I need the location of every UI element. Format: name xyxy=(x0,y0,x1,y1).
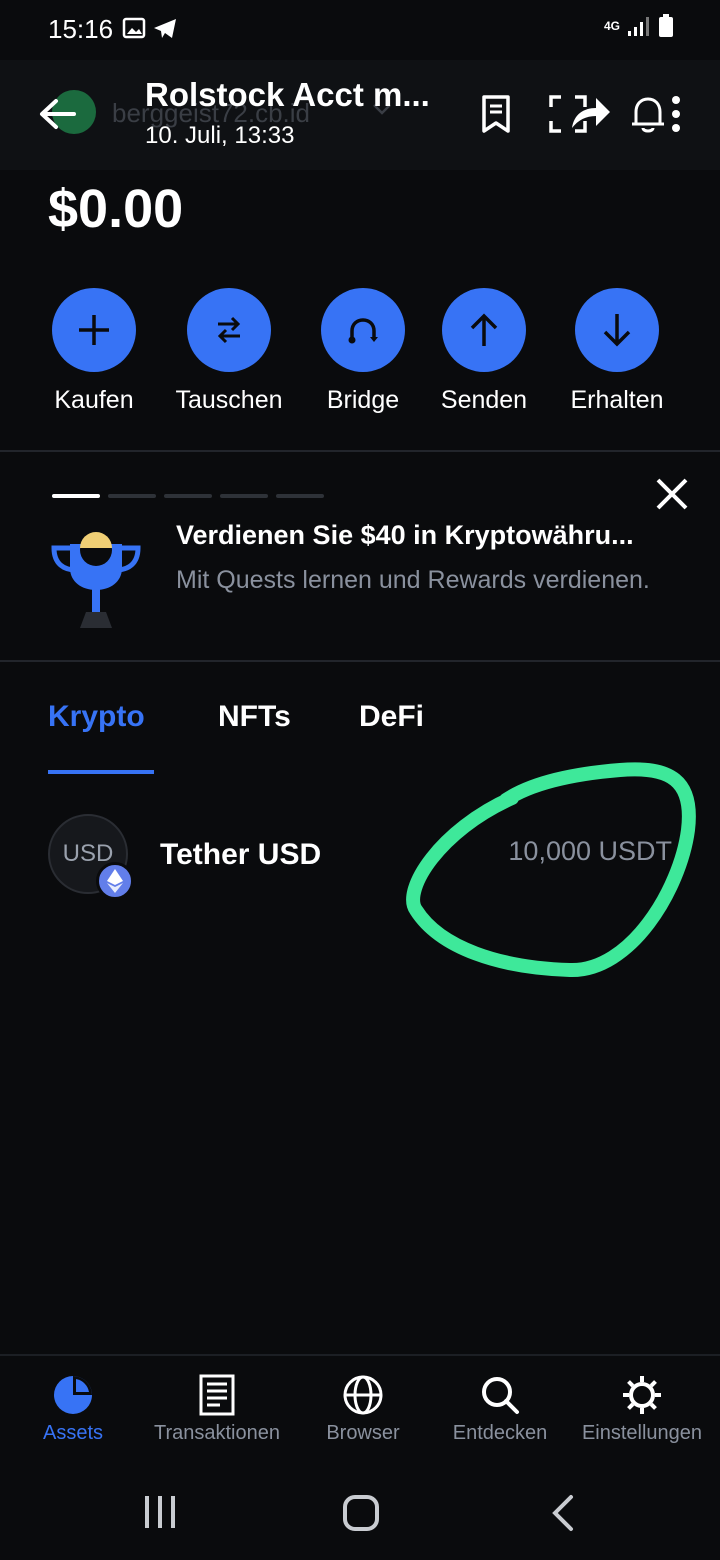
bookmark-icon[interactable] xyxy=(480,94,512,134)
system-navigation-bar xyxy=(0,1464,720,1560)
carousel-dot xyxy=(276,494,324,498)
chat-title: Rolstock Acct m... xyxy=(145,76,430,113)
send-button[interactable]: Senden xyxy=(409,288,559,415)
carousel-dot xyxy=(220,494,268,498)
receipt-icon xyxy=(199,1374,235,1416)
trophy-icon xyxy=(51,532,141,628)
asset-tabs: Krypto NFTs DeFi xyxy=(0,700,720,776)
chat-subtitle: 10. Juli, 13:33 xyxy=(145,122,295,149)
carousel-dot-active xyxy=(52,494,100,498)
nav-label: Transaktionen xyxy=(154,1422,280,1444)
promo-title[interactable]: Verdienen Sie $40 in Kryptowähru... xyxy=(176,520,634,551)
status-bar: 15:16 4G xyxy=(0,0,720,60)
tab-krypto[interactable]: Krypto xyxy=(48,700,145,734)
carousel-indicator xyxy=(52,494,324,498)
status-notification-icons xyxy=(122,16,182,47)
gallery-icon xyxy=(122,17,146,39)
buy-label: Kaufen xyxy=(54,386,134,414)
promo-description: Mit Quests lernen und Rewards verdienen. xyxy=(176,566,650,594)
swap-button[interactable]: Tauschen xyxy=(154,288,304,415)
search-icon xyxy=(482,1377,519,1414)
gear-icon xyxy=(623,1376,661,1414)
bridge-icon xyxy=(348,318,378,344)
network-type: 4G xyxy=(603,19,620,33)
wallet-balance: $0.00 xyxy=(48,179,184,239)
chat-header: berggeist72.cb.id Rolstock Acct m... 10.… xyxy=(0,60,720,170)
asset-row[interactable]: USD Tether USD 10,000 USDT xyxy=(0,812,720,912)
tab-defi[interactable]: DeFi xyxy=(359,700,424,734)
bottom-navigation: Assets Transaktionen Browser Entdecken E… xyxy=(0,1354,720,1464)
nav-assets[interactable]: Assets xyxy=(20,1374,126,1445)
nav-label: Einstellungen xyxy=(581,1422,703,1444)
nav-transactions[interactable]: Transaktionen xyxy=(142,1374,292,1445)
nav-settings[interactable]: Einstellungen xyxy=(572,1374,712,1445)
battery-icon xyxy=(659,14,673,37)
bell-icon[interactable] xyxy=(630,94,666,134)
send-label: Senden xyxy=(440,386,528,414)
nav-browser[interactable]: Browser xyxy=(313,1374,413,1445)
status-right-icons: 4G xyxy=(604,14,674,38)
signal-icon xyxy=(628,17,649,36)
action-buttons: Kaufen Tauschen Bridge Senden Erhalten xyxy=(0,288,720,428)
active-tab-indicator xyxy=(48,770,154,774)
pie-chart-icon xyxy=(54,1376,92,1414)
ethereum-icon xyxy=(96,862,134,900)
receive-label: Erhalten xyxy=(570,386,664,414)
swap-label: Tauschen xyxy=(175,386,283,414)
carousel-dot xyxy=(164,494,212,498)
more-options-icon[interactable] xyxy=(670,94,682,134)
back-arrow-icon[interactable] xyxy=(36,92,80,136)
buy-button[interactable]: Kaufen xyxy=(19,288,169,415)
receive-button[interactable]: Erhalten xyxy=(542,288,692,415)
carousel-dot xyxy=(108,494,156,498)
arrow-up-icon xyxy=(470,313,498,346)
arrow-down-icon xyxy=(603,314,631,347)
asset-name: Tether USD xyxy=(160,838,322,871)
telegram-icon xyxy=(154,19,176,38)
asset-amount: 10,000 USDT xyxy=(508,836,672,866)
nav-label: Entdecken xyxy=(452,1422,548,1444)
divider xyxy=(0,660,720,662)
tab-nfts[interactable]: NFTs xyxy=(218,700,291,734)
home-icon[interactable] xyxy=(342,1494,380,1532)
globe-icon xyxy=(343,1375,383,1415)
nav-discover[interactable]: Entdecken xyxy=(444,1374,556,1445)
divider xyxy=(0,450,720,452)
nav-label: Browser xyxy=(326,1422,400,1444)
close-icon[interactable] xyxy=(652,474,692,514)
swap-icon xyxy=(217,316,241,344)
nav-label: Assets xyxy=(42,1422,104,1444)
recent-apps-icon[interactable] xyxy=(142,1494,178,1530)
plus-icon xyxy=(79,315,109,345)
system-back-icon[interactable] xyxy=(550,1494,576,1532)
status-time: 15:16 xyxy=(48,14,114,44)
share-icon[interactable] xyxy=(568,94,612,132)
